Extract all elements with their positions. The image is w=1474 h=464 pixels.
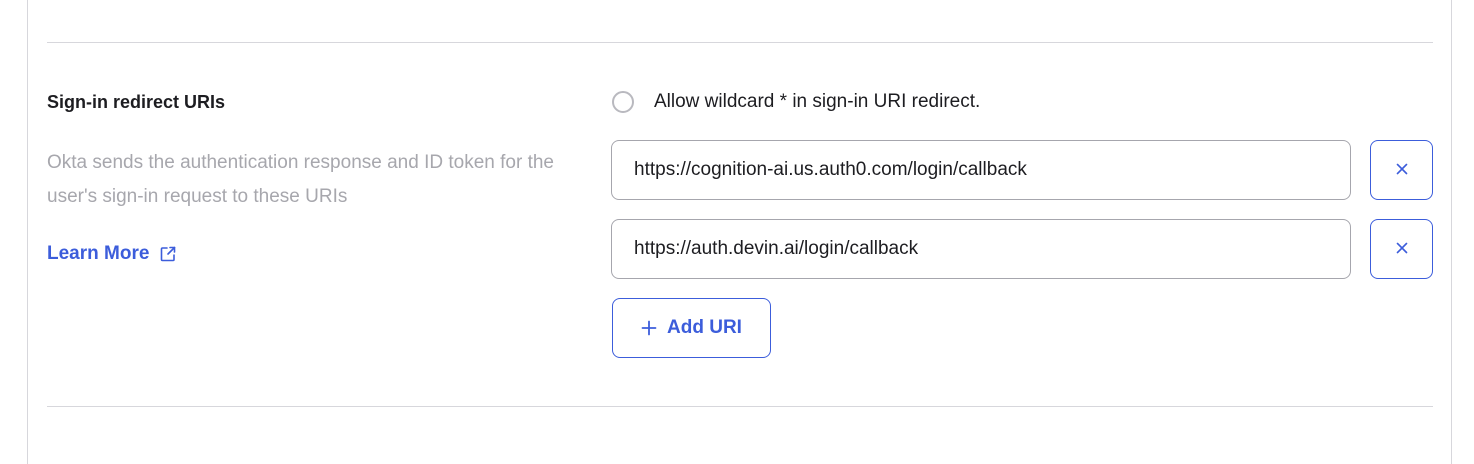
remove-uri-button[interactable] xyxy=(1370,140,1433,200)
add-uri-label: Add URI xyxy=(667,317,742,338)
redirect-uri-input[interactable] xyxy=(611,219,1351,279)
uri-row xyxy=(611,219,1433,279)
section-description: Okta sends the authentication response a… xyxy=(47,152,554,207)
redirect-uri-input[interactable] xyxy=(611,140,1351,200)
learn-more-link[interactable]: Learn More xyxy=(47,240,177,268)
section-divider-bottom xyxy=(47,406,1433,407)
learn-more-label: Learn More xyxy=(47,243,150,264)
plus-icon xyxy=(641,320,657,336)
wildcard-label: Allow wildcard * in sign-in URI redirect… xyxy=(654,91,981,112)
uri-row xyxy=(611,140,1433,200)
section-divider-top xyxy=(47,42,1433,43)
wildcard-checkbox[interactable] xyxy=(612,91,634,113)
external-link-icon xyxy=(159,245,177,263)
section-title: Sign-in redirect URIs xyxy=(47,92,226,112)
wildcard-option[interactable]: Allow wildcard * in sign-in URI redirect… xyxy=(612,88,980,116)
close-icon xyxy=(1396,242,1408,257)
add-uri-button[interactable]: Add URI xyxy=(612,298,771,358)
close-icon xyxy=(1396,163,1408,178)
remove-uri-button[interactable] xyxy=(1370,219,1433,279)
